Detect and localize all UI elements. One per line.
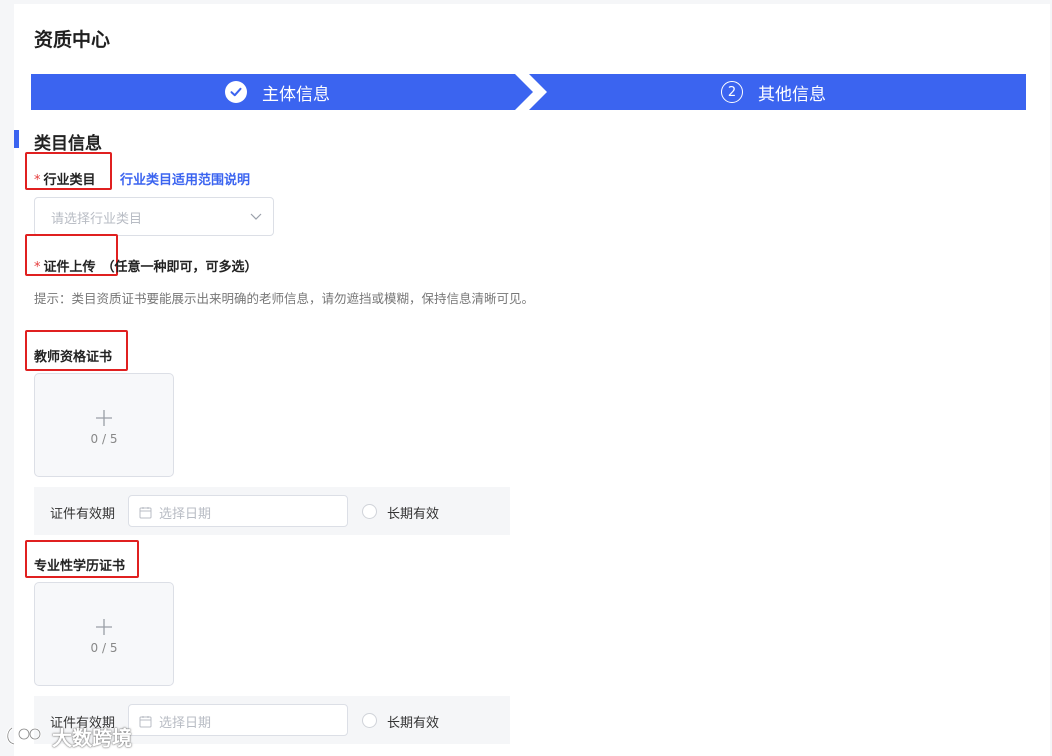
calendar-icon <box>139 713 152 732</box>
cert-upload-label: * 证件上传 （任意一种即可，可多选） <box>34 256 258 275</box>
step-main-info-label: 主体信息 <box>262 84 330 105</box>
teacher-cert-uploader[interactable]: 0 / 5 <box>34 373 174 477</box>
date-placeholder: 选择日期 <box>159 507 212 522</box>
plus-icon <box>95 618 113 640</box>
education-cert-title: 专业性学历证书 <box>34 559 126 574</box>
industry-label-text: 行业类目 <box>43 173 96 188</box>
long-term-radio[interactable] <box>362 713 377 728</box>
calendar-icon <box>139 504 152 523</box>
long-term-label[interactable]: 长期有效 <box>387 712 439 731</box>
watermark-text: 大数跨境 <box>52 725 132 750</box>
industry-select[interactable]: 请选择行业类目 <box>34 197 274 236</box>
industry-scope-link[interactable]: 行业类目适用范围说明 <box>120 169 250 188</box>
step-other-info-label: 其他信息 <box>758 84 826 105</box>
watermark-logo-icon <box>6 726 42 746</box>
stepper-bar <box>31 74 1026 110</box>
step-number-icon: 2 <box>721 81 743 103</box>
check-icon <box>225 81 247 103</box>
validity-date-input[interactable]: 选择日期 <box>128 704 348 736</box>
long-term-label[interactable]: 长期有效 <box>387 503 439 522</box>
upload-hint: 提示：类目资质证书要能展示出来明确的老师信息，请勿遮挡或模糊，保持信息清晰可见。 <box>34 291 535 306</box>
education-cert-uploader[interactable]: 0 / 5 <box>34 582 174 686</box>
upload-count: 0 / 5 <box>90 432 118 446</box>
date-placeholder: 选择日期 <box>159 716 212 731</box>
step-main-info[interactable]: 主体信息 <box>225 74 330 110</box>
industry-select-placeholder: 请选择行业类目 <box>51 212 143 227</box>
section-accent-bar <box>14 130 19 148</box>
step-other-info[interactable]: 2 其他信息 <box>721 74 826 110</box>
teacher-cert-validity-row: 证件有效期 选择日期 长期有效 <box>34 487 510 535</box>
required-mark: * <box>34 260 41 275</box>
teacher-cert-title: 教师资格证书 <box>34 350 113 365</box>
cert-upload-note: （任意一种即可，可多选） <box>101 260 258 275</box>
stepper: 主体信息 2 其他信息 <box>31 74 1026 110</box>
section-title: 类目信息 <box>34 134 102 154</box>
chevron-down-icon <box>249 208 263 227</box>
cert-upload-label-text: 证件上传 <box>43 260 96 275</box>
watermark: 大数跨境 <box>4 722 132 750</box>
plus-icon <box>95 409 113 431</box>
validity-date-input[interactable]: 选择日期 <box>128 495 348 527</box>
long-term-radio[interactable] <box>362 504 377 519</box>
upload-count: 0 / 5 <box>90 641 118 655</box>
required-mark: * <box>34 173 41 188</box>
validity-label: 证件有效期 <box>50 507 116 522</box>
industry-label: * 行业类目 <box>34 169 96 188</box>
page-title: 资质中心 <box>34 29 111 51</box>
